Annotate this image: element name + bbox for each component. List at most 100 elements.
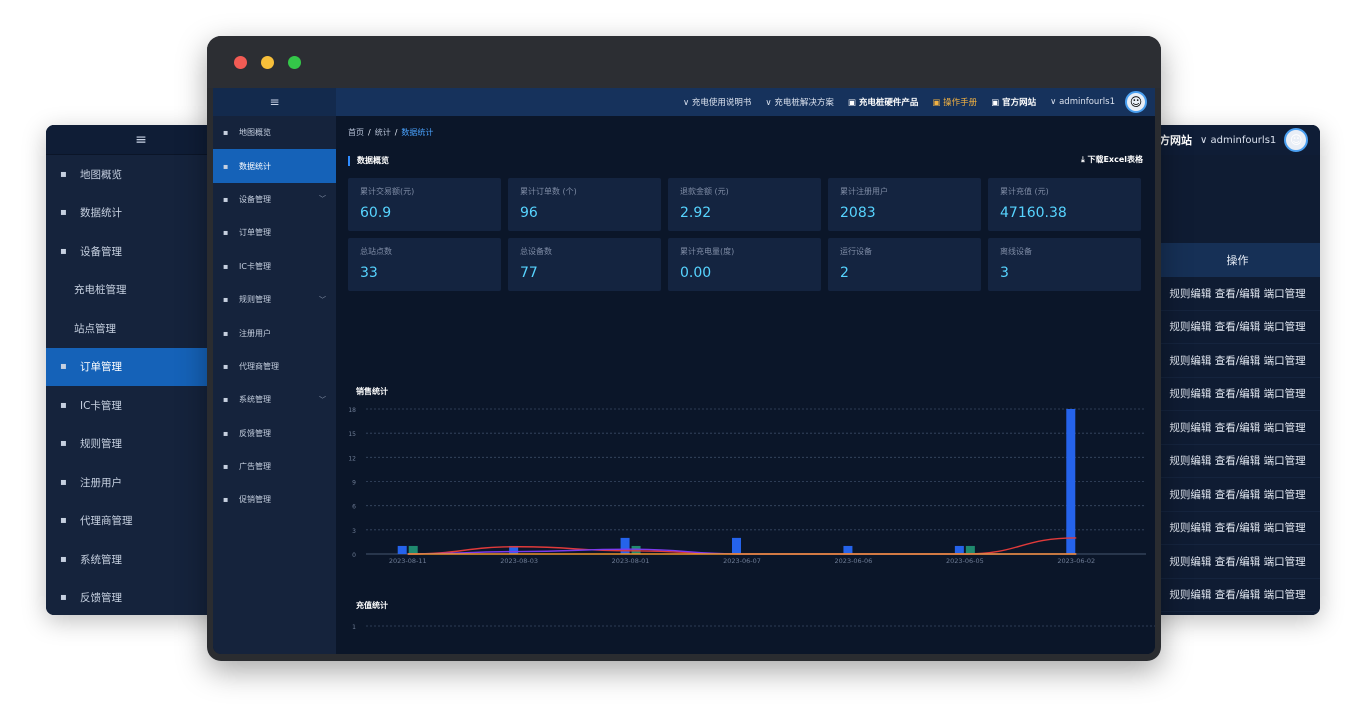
x-tick-label: 2023-08-11 bbox=[389, 557, 427, 565]
sidebar-label: IC卡管理 bbox=[239, 261, 271, 271]
topnav-label: 充电使用说明书 bbox=[691, 98, 752, 108]
stat-label: 累计充电量(度) bbox=[680, 247, 735, 256]
sidebar-item[interactable]: ▪ IC卡管理 bbox=[213, 250, 336, 283]
section-title: 数据概览 bbox=[348, 156, 389, 166]
x-tick-label: 2023-06-06 bbox=[835, 557, 873, 565]
sidebar-item[interactable]: ▪ 地图概览 bbox=[213, 116, 336, 149]
chevron-down-icon: ﹀ bbox=[319, 195, 326, 204]
stat-label: 总设备数 bbox=[520, 247, 552, 256]
ops-row[interactable]: 规则编辑 查看/编辑 端口管理 bbox=[1155, 512, 1320, 545]
export-excel-button[interactable]: ⤓ 下载Excel表格 bbox=[1081, 154, 1143, 165]
y-tick-label: 18 bbox=[348, 407, 356, 414]
ops-row[interactable]: 规则编辑 查看/编辑 端口管理 bbox=[1155, 478, 1320, 512]
maximize-dot[interactable] bbox=[288, 56, 301, 69]
chevron-down-icon: ﹀ bbox=[319, 395, 326, 404]
topnav-item[interactable]: ▣ 官方网站 bbox=[991, 96, 1036, 108]
bar bbox=[631, 545, 641, 554]
stage: ≡ ▪地图概览▪数据统计▪设备管理︿充电桩管理站点管理▪订单管理▪IC卡管理▪规… bbox=[0, 0, 1371, 704]
avatar[interactable]: ☺ bbox=[1125, 91, 1147, 113]
stat-label: 累计订单数 (个) bbox=[520, 187, 577, 196]
menu-toggle-icon[interactable]: ≡ bbox=[213, 88, 336, 116]
sidebar-label: 反馈管理 bbox=[239, 428, 271, 438]
ops-row[interactable]: 规则编辑 查看/编辑 端口管理 bbox=[1155, 545, 1320, 579]
gear-icon: ▪ bbox=[60, 515, 67, 527]
list-icon: ▪ bbox=[60, 553, 67, 565]
rule-icon: ▪ bbox=[60, 438, 67, 450]
sidebar-item[interactable]: ▪ 设备管理 ﹀ bbox=[213, 183, 336, 216]
bar-chart-icon: ▪ bbox=[60, 207, 67, 219]
y-tick-label: 3 bbox=[352, 528, 356, 535]
stat-card: 累计订单数 (个) 96 bbox=[508, 178, 661, 231]
sidebar-item[interactable]: ▪ 订单管理 bbox=[213, 216, 336, 249]
back-sidebar-label: 系统管理 bbox=[80, 553, 122, 566]
ops-row[interactable]: 规则编辑 查看/编辑 端口管理 bbox=[1155, 445, 1320, 478]
stat-card: 离线设备 3 bbox=[988, 238, 1141, 291]
topnav-item[interactable]: ∨ 充电使用说明书 bbox=[683, 96, 751, 108]
bar bbox=[620, 537, 630, 554]
stat-value: 2.92 bbox=[680, 205, 712, 221]
sidebar-label: 设备管理 bbox=[239, 194, 271, 204]
official-site-link[interactable]: 方网站 bbox=[1159, 132, 1192, 148]
sales-chart: 0 3 6 9 12 15 18 2023-08-11 2023-08-03 2023-08-01… bbox=[348, 407, 1146, 565]
avatar[interactable]: ☺ bbox=[1284, 128, 1309, 152]
sidebar: ▪ 地图概览 ▪ 数据统计 ▪ 设备管理 ﹀ ▪ 订单管理 ▪ IC卡管理 ▪ 规则管理 ﹀ ▪ 注册用户 ▪ 代… bbox=[213, 116, 336, 654]
laptop-window: ≡ ∨ 充电使用说明书 ∨ 充电桩解决方案 ▣ 充电桩硬件产品 ▣ 操作手册 ▣ 官方网… bbox=[207, 36, 1161, 661]
app-screen: ≡ ∨ 充电使用说明书 ∨ 充电桩解决方案 ▣ 充电桩硬件产品 ▣ 操作手册 ▣ 官方网… bbox=[213, 88, 1155, 654]
sidebar-item[interactable]: ▪ 规则管理 ﹀ bbox=[213, 283, 336, 316]
chevron-down-icon: ∨ bbox=[1050, 97, 1060, 107]
ops-row[interactable]: 规则编辑 查看/编辑 端口管理 bbox=[1155, 311, 1320, 344]
sidebar-label: 系统管理 bbox=[239, 395, 271, 405]
stat-label: 累计交易额(元) bbox=[360, 187, 415, 196]
sidebar-item[interactable]: ▪ 系统管理 ﹀ bbox=[213, 383, 336, 416]
breadcrumb-stats[interactable]: 统计 bbox=[375, 128, 391, 137]
sidebar-item[interactable]: ▪ 注册用户 bbox=[213, 316, 336, 349]
topnav-item[interactable]: ∨ 充电桩解决方案 bbox=[765, 96, 833, 108]
sidebar-item[interactable]: ▪ 数据统计 bbox=[213, 149, 336, 183]
bar bbox=[954, 545, 964, 554]
y-tick-label: 0 bbox=[352, 552, 356, 559]
sidebar-item[interactable]: ▪ 广告管理 bbox=[213, 450, 336, 483]
sidebar-label: 规则管理 bbox=[239, 295, 271, 305]
ops-column-header: 操作 bbox=[1155, 243, 1320, 277]
bar bbox=[408, 545, 418, 554]
close-dot[interactable] bbox=[234, 56, 247, 69]
chevron-down-icon: ∨ bbox=[682, 98, 692, 108]
sidebar-item[interactable]: ▪ 代理商管理 bbox=[213, 350, 336, 383]
topnav-label: 操作手册 bbox=[943, 98, 978, 108]
doc-icon: ▣ bbox=[847, 98, 859, 108]
topnav-item[interactable]: ▣ 操作手册 bbox=[932, 96, 977, 108]
sidebar-item[interactable]: ▪ 促销管理 bbox=[213, 483, 336, 516]
x-tick-label: 2023-06-05 bbox=[946, 557, 984, 565]
back-sidebar-label: 反馈管理 bbox=[80, 592, 122, 605]
y-tick-label: 12 bbox=[348, 455, 356, 462]
user-menu[interactable]: ∨ adminfourls1 bbox=[1200, 135, 1276, 146]
stat-value: 96 bbox=[520, 205, 538, 221]
back-sidebar-label: 订单管理 bbox=[80, 361, 122, 374]
x-tick-label: 2023-06-02 bbox=[1057, 557, 1095, 565]
back-header: 方网站 ∨ adminfourls1 ☺ bbox=[1155, 125, 1320, 155]
stat-card: 累计充值 (元) 47160.38 bbox=[988, 178, 1141, 231]
doc-icon: ▣ bbox=[991, 98, 1003, 108]
sidebar-label: 地图概览 bbox=[239, 128, 271, 138]
sidebar-item[interactable]: ▪ 反馈管理 bbox=[213, 417, 336, 450]
breadcrumb-home[interactable]: 首页 bbox=[348, 128, 364, 137]
topnav-item[interactable]: ∨ adminfourls1 bbox=[1050, 97, 1115, 107]
ops-row[interactable]: 规则编辑 查看/编辑 端口管理 bbox=[1155, 378, 1320, 411]
list-icon: ▪ bbox=[223, 395, 229, 405]
ops-row[interactable]: 规则编辑 查看/编辑 端口管理 bbox=[1155, 411, 1320, 445]
bar bbox=[843, 545, 853, 554]
bar bbox=[732, 537, 741, 554]
ops-row[interactable]: 规则编辑 查看/编辑 端口管理 bbox=[1155, 579, 1320, 612]
ops-row[interactable]: 规则编辑 查看/编辑 端口管理 bbox=[1155, 344, 1320, 378]
ops-row[interactable]: 规则编辑 查看/编辑 端口管理 bbox=[1155, 277, 1320, 311]
dashboard-icon: ▪ bbox=[223, 128, 229, 138]
minimize-dot[interactable] bbox=[261, 56, 274, 69]
topnav-item[interactable]: ▣ 充电桩硬件产品 bbox=[848, 96, 919, 108]
order-icon: ▪ bbox=[60, 361, 67, 373]
chevron-down-icon: ﹀ bbox=[319, 295, 326, 304]
help-icon: ▪ bbox=[223, 428, 229, 438]
stat-label: 离线设备 bbox=[1000, 247, 1032, 256]
breadcrumb: 首页 / 统计 / 数据统计 bbox=[348, 128, 434, 137]
back-sidebar-label: 数据统计 bbox=[80, 207, 122, 220]
device-icon: ▪ bbox=[60, 245, 67, 257]
